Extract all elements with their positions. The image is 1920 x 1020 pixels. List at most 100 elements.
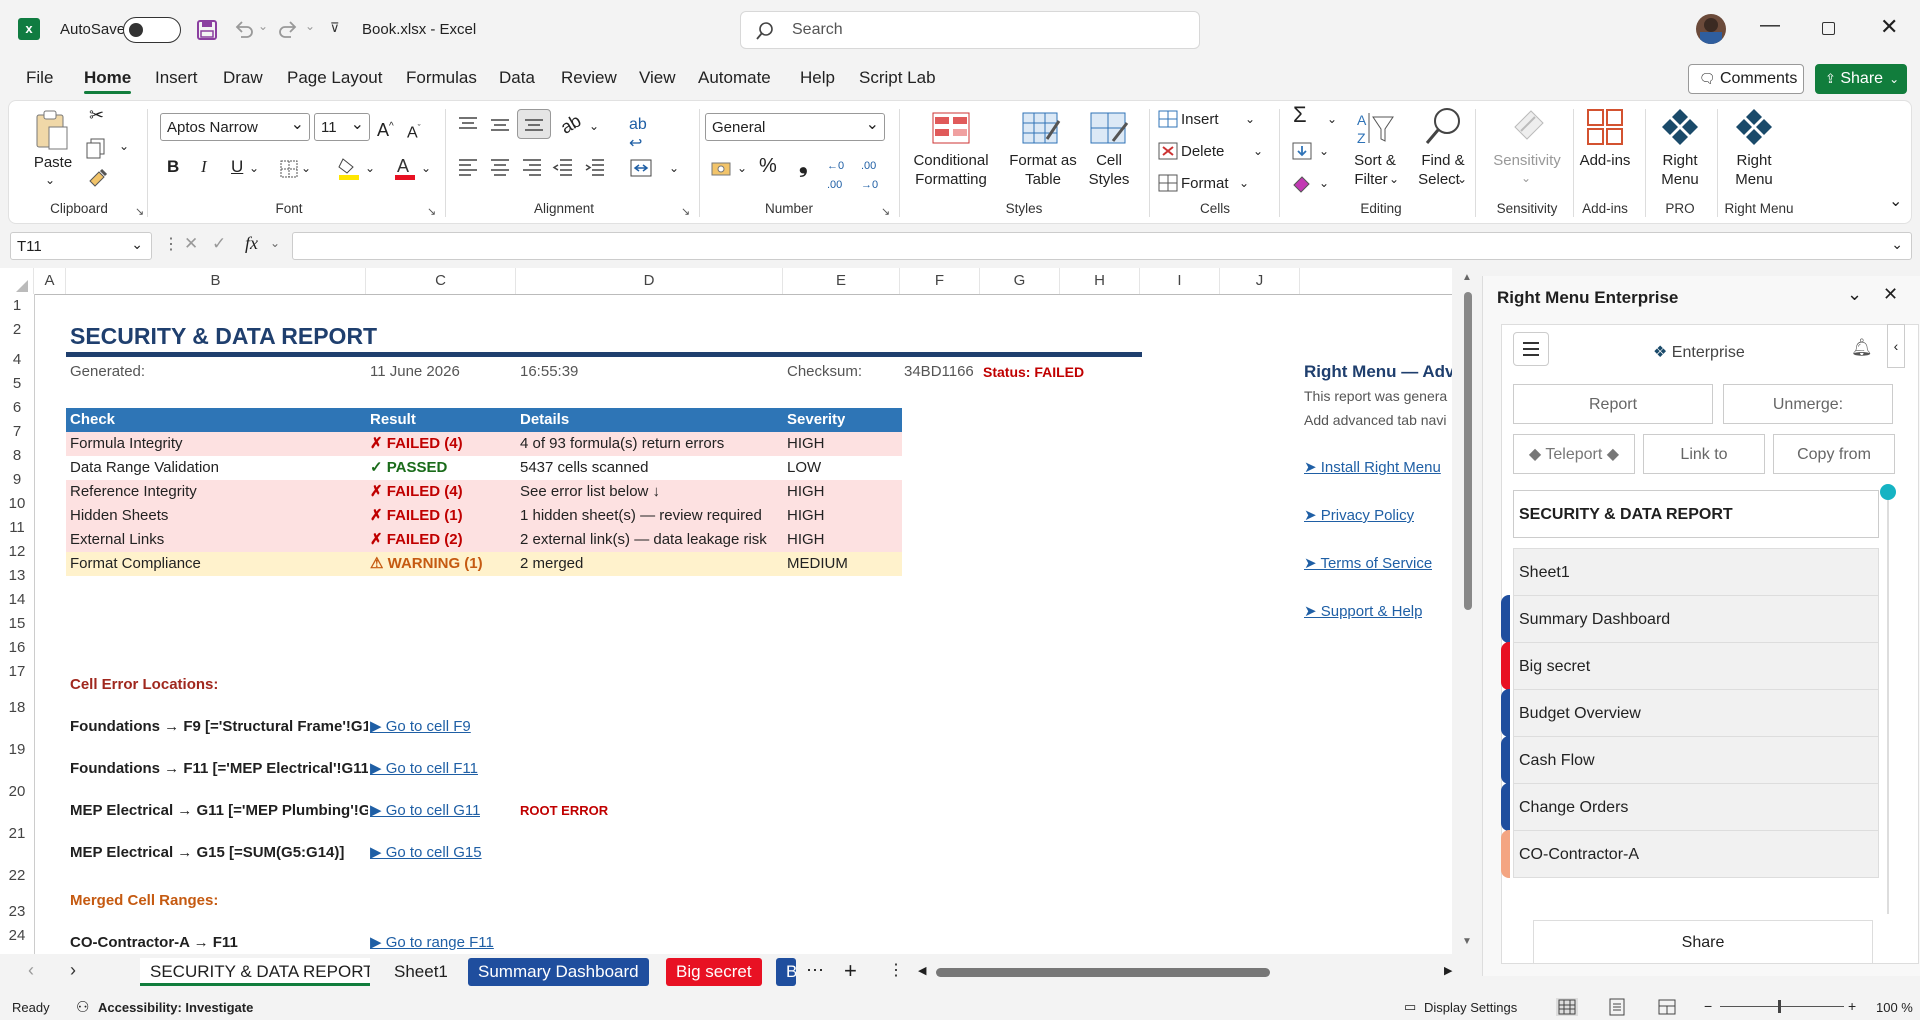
sort-filter-label-1[interactable]: Sort & xyxy=(1345,151,1405,170)
find-select-label-1[interactable]: Find & xyxy=(1413,151,1473,170)
zoom-out-button[interactable]: − xyxy=(1704,998,1712,1014)
row-header-6[interactable]: 6 xyxy=(0,396,34,420)
select-all-corner[interactable] xyxy=(0,268,34,294)
align-bottom-button[interactable] xyxy=(517,109,551,139)
percent-icon[interactable]: % xyxy=(759,156,777,176)
pane-scroll-track[interactable] xyxy=(1887,494,1889,914)
more-icon[interactable]: ⋮ xyxy=(163,234,179,254)
minimize-icon[interactable]: — xyxy=(1760,14,1780,37)
pane-share-button[interactable]: Share xyxy=(1533,920,1873,964)
delete-cells-icon[interactable] xyxy=(1157,141,1179,161)
accessibility-icon[interactable]: ⚇ xyxy=(76,998,89,1016)
scroll-up-icon[interactable]: ▲ xyxy=(1462,272,1472,283)
tab-help[interactable]: Help xyxy=(800,68,835,88)
cell-styles-label-2[interactable]: Styles xyxy=(1079,170,1139,189)
wrap-text-icon[interactable]: ab ↩ xyxy=(629,115,647,153)
pane-scroll-thumb[interactable] xyxy=(1880,484,1896,500)
collapse-ribbon-icon[interactable]: ⌄ xyxy=(1889,191,1902,211)
pane-sheet-item[interactable]: Cash Flow xyxy=(1513,736,1879,784)
tab-options-icon[interactable]: ⋮ xyxy=(888,960,904,980)
tab-page-layout[interactable]: Page Layout xyxy=(287,68,382,88)
pane-sheet-item[interactable]: Budget Overview xyxy=(1513,689,1879,737)
sort-filter-icon[interactable]: AZ xyxy=(1355,109,1395,147)
row-header-17[interactable]: 17 xyxy=(0,660,34,684)
display-settings-icon[interactable]: ▭ xyxy=(1404,999,1416,1015)
pane-sheet-item[interactable]: Summary Dashboard xyxy=(1513,595,1879,643)
customize-toolbar-icon[interactable]: ⊽ xyxy=(330,20,340,36)
number-launcher-icon[interactable]: ↘ xyxy=(881,205,890,218)
autosave-toggle[interactable] xyxy=(123,17,181,43)
right-menu-pro-icon[interactable] xyxy=(1659,107,1701,147)
terms-link[interactable]: ➤ Terms of Service xyxy=(1304,552,1432,576)
column-header-c[interactable]: C xyxy=(366,268,516,294)
sheet-tab[interactable]: Big secret xyxy=(666,958,762,986)
borders-icon[interactable] xyxy=(279,159,299,179)
column-header-b[interactable]: B xyxy=(66,268,366,294)
scroll-down-icon[interactable]: ▼ xyxy=(1462,936,1472,947)
accessibility-status[interactable]: Accessibility: Investigate xyxy=(98,1000,253,1015)
row-header-13[interactable]: 13 xyxy=(0,564,34,588)
right-menu-pro-label-2[interactable]: Menu xyxy=(1655,170,1705,189)
formula-input[interactable]: ⌄ xyxy=(292,232,1912,260)
insert-function-icon[interactable]: fx xyxy=(245,233,258,254)
install-link[interactable]: ➤ Install Right Menu xyxy=(1304,456,1441,480)
go-to-cell-link[interactable]: ▶ Go to cell F11 xyxy=(370,757,478,781)
increase-decimal-icon[interactable]: ←0.00 xyxy=(827,157,844,195)
sheet-tab[interactable]: Sheet1 xyxy=(384,958,458,986)
row-header-15[interactable]: 15 xyxy=(0,612,34,636)
row-header-1[interactable]: 1 xyxy=(0,294,34,318)
close-icon[interactable]: ✕ xyxy=(1880,14,1898,40)
clipboard-launcher-icon[interactable]: ↘ xyxy=(135,205,144,218)
align-top-icon[interactable] xyxy=(457,115,479,135)
column-header-f[interactable]: F xyxy=(900,268,980,294)
row-header-18[interactable]: 18 xyxy=(0,684,34,720)
zoom-slider-thumb[interactable] xyxy=(1778,1000,1781,1013)
row-header-16[interactable]: 16 xyxy=(0,636,34,660)
sheet-tab[interactable]: B xyxy=(776,958,796,986)
row-header-7[interactable]: 7 xyxy=(0,420,34,444)
add-ins-icon[interactable] xyxy=(1585,107,1625,147)
pane-sheet-item[interactable]: CO-Contractor-A xyxy=(1513,830,1879,878)
increase-indent-icon[interactable] xyxy=(584,157,606,177)
delete-cells-label[interactable]: Delete xyxy=(1181,142,1224,161)
find-select-icon[interactable] xyxy=(1423,105,1465,147)
comma-style-icon[interactable]: ❟ xyxy=(799,154,808,176)
add-sheet-icon[interactable]: + xyxy=(844,958,857,984)
insert-cells-label[interactable]: Insert xyxy=(1181,110,1219,129)
column-header-d[interactable]: D xyxy=(516,268,783,294)
alignment-launcher-icon[interactable]: ↘ xyxy=(681,205,690,218)
tab-data[interactable]: Data xyxy=(499,68,535,88)
cell-styles-label-1[interactable]: Cell xyxy=(1087,151,1131,170)
align-center-icon[interactable] xyxy=(489,157,511,177)
scroll-tabs-left-icon[interactable]: ‹ xyxy=(28,960,34,981)
decrease-indent-icon[interactable] xyxy=(552,157,574,177)
cancel-entry-icon[interactable]: ✕ xyxy=(184,234,198,254)
row-header-14[interactable]: 14 xyxy=(0,588,34,612)
row-header-20[interactable]: 20 xyxy=(0,762,34,804)
fill-icon[interactable] xyxy=(1291,141,1313,161)
confirm-entry-icon[interactable]: ✓ xyxy=(212,234,226,254)
name-box[interactable]: T11 ⌄ xyxy=(10,232,152,260)
tab-automate[interactable]: Automate xyxy=(698,68,771,88)
more-sheets-icon[interactable]: ⋯ xyxy=(806,960,824,981)
row-header-5[interactable]: 5 xyxy=(0,372,34,396)
tab-home[interactable]: Home xyxy=(84,68,132,94)
format-cells-label[interactable]: Format xyxy=(1181,174,1229,193)
merge-center-icon[interactable] xyxy=(629,157,653,179)
orientation-icon[interactable]: ab xyxy=(557,110,584,137)
right-menu-icon[interactable] xyxy=(1733,107,1775,147)
row-header-8[interactable]: 8 xyxy=(0,444,34,468)
conditional-formatting-label-1[interactable]: Conditional xyxy=(905,151,997,170)
italic-icon[interactable]: I xyxy=(201,157,207,176)
pane-sheet-item[interactable]: Change Orders xyxy=(1513,783,1879,831)
format-as-table-icon[interactable] xyxy=(1021,109,1061,147)
row-header-10[interactable]: 10 xyxy=(0,492,34,516)
scroll-tabs-right-icon[interactable]: › xyxy=(70,960,76,981)
scroll-right-icon[interactable]: ▶ xyxy=(1444,964,1452,977)
tab-script-lab[interactable]: Script Lab xyxy=(859,68,936,88)
tab-formulas[interactable]: Formulas xyxy=(406,68,477,88)
copy-icon[interactable] xyxy=(85,137,107,159)
cut-icon[interactable]: ✂ xyxy=(89,105,104,126)
right-menu-label-2[interactable]: Menu xyxy=(1729,170,1779,189)
decrease-decimal-icon[interactable]: .00 →0 xyxy=(861,157,878,195)
